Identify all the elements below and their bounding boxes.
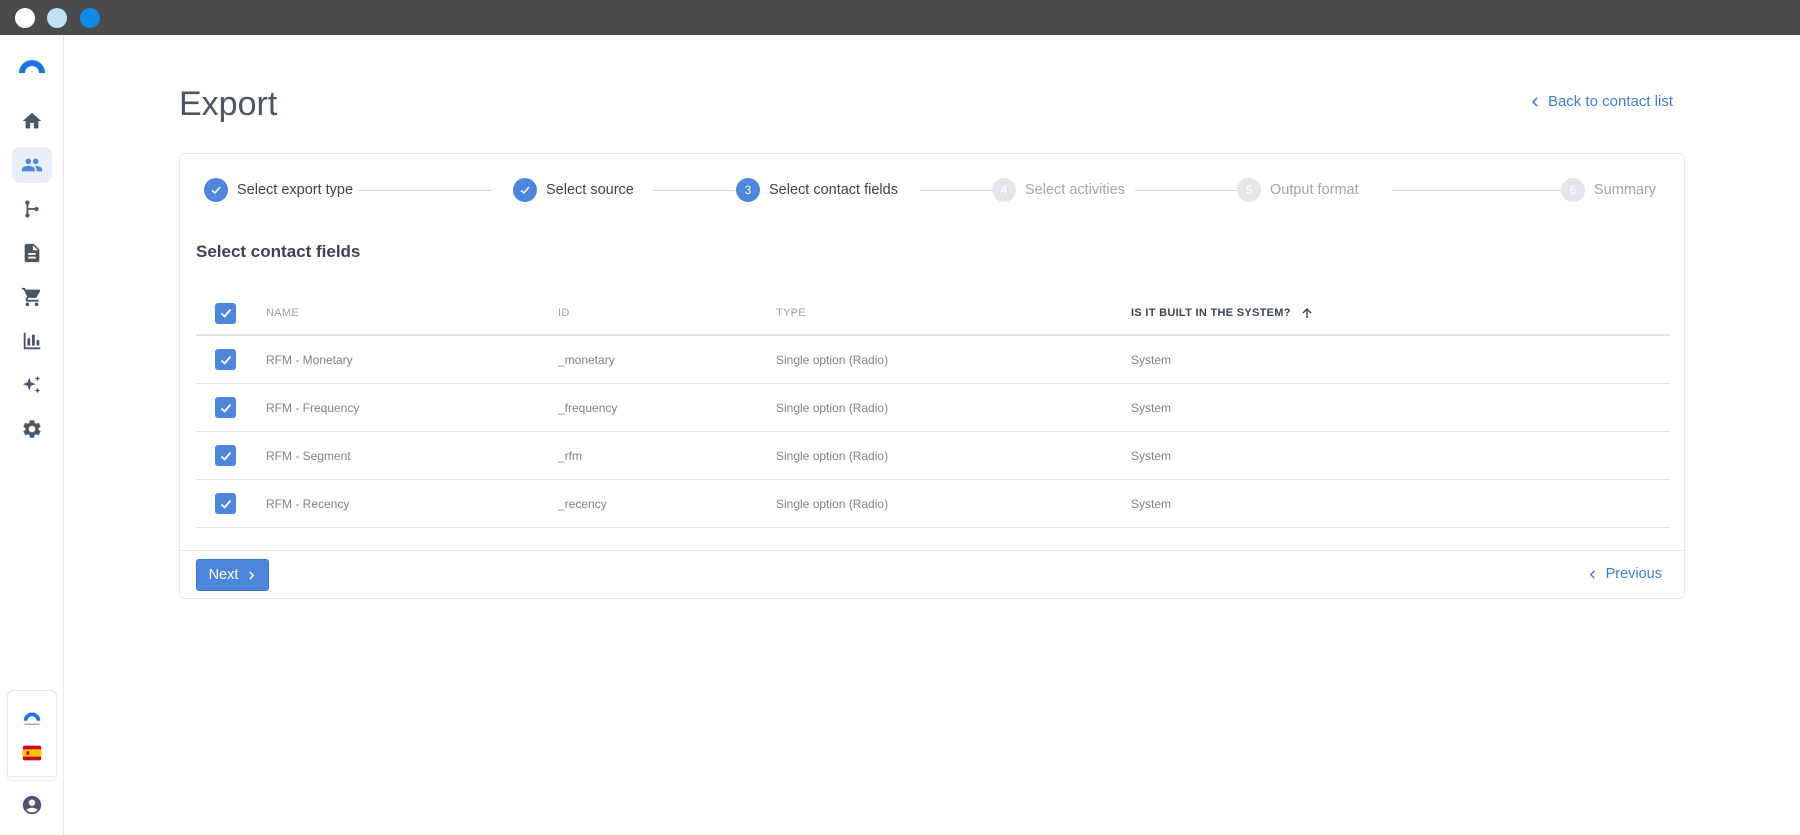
step-number: 5 [1237, 178, 1261, 202]
row-checkbox[interactable] [215, 493, 236, 514]
sidebar-item-account[interactable] [12, 787, 52, 823]
card-footer-divider [180, 550, 1684, 551]
spain-flag-icon [22, 745, 42, 761]
step-label: Select export type [237, 182, 354, 198]
step-label: Select source [546, 182, 634, 198]
cell-name: RFM - Segment [266, 448, 351, 463]
step-connector [653, 190, 744, 191]
table-row[interactable]: RFM - Monetary _monetary Single option (… [196, 336, 1670, 384]
previous-button-label: Previous [1605, 566, 1662, 582]
window-minimize-button[interactable] [47, 8, 67, 28]
cell-name: RFM - Frequency [266, 400, 360, 415]
sidebar-item-contacts[interactable] [12, 147, 52, 183]
table-row[interactable]: RFM - Frequency _frequency Single option… [196, 384, 1670, 432]
sidebar-item-analytics[interactable] [12, 323, 52, 359]
home-icon [22, 112, 42, 129]
back-to-contact-list-link[interactable]: Back to contact list [1530, 93, 1673, 110]
step-connector [1392, 190, 1566, 191]
next-button[interactable]: Next [196, 559, 269, 591]
cell-type: Single option (Radio) [776, 400, 889, 415]
table-row[interactable]: RFM - Segment _rfm Single option (Radio)… [196, 432, 1670, 480]
cell-builtin: System [1131, 496, 1172, 511]
sparkle-icon [22, 375, 41, 394]
chevron-left-icon [1589, 569, 1595, 579]
cell-id: _recency [558, 496, 607, 511]
cell-name: RFM - Monetary [266, 352, 353, 367]
step-select-activities[interactable]: 4 Select activities [992, 178, 1125, 202]
sidebar-item-flows[interactable] [12, 191, 52, 227]
cell-id: _frequency [558, 400, 618, 415]
cell-name: RFM - Recency [266, 496, 350, 511]
row-checkbox[interactable] [215, 445, 236, 466]
cell-type: Single option (Radio) [776, 448, 889, 463]
column-header-id[interactable]: ID [558, 292, 570, 334]
previous-button[interactable]: Previous [1588, 566, 1662, 582]
chart-icon [23, 332, 41, 350]
user-account-icon [22, 795, 42, 815]
brand-mini-icon [23, 712, 41, 725]
stepper: Select export type Select source 3 Selec… [204, 178, 1656, 202]
cell-type: Single option (Radio) [776, 496, 889, 511]
cell-builtin: System [1131, 352, 1172, 367]
window-maximize-button[interactable] [80, 8, 100, 28]
row-checkbox[interactable] [215, 349, 236, 370]
sidebar-item-brand[interactable] [12, 700, 52, 736]
check-icon [513, 178, 537, 202]
sidebar-item-settings[interactable] [12, 411, 52, 447]
contacts-icon [21, 158, 43, 172]
sidebar-item-documents[interactable] [12, 235, 52, 271]
step-select-contact-fields[interactable]: 3 Select contact fields [736, 178, 898, 202]
contact-fields-table: NAME ID TYPE IS IT BUILT IN THE SYSTEM? … [196, 292, 1670, 528]
sidebar-item-shop[interactable] [12, 279, 52, 315]
step-connector [1135, 190, 1244, 191]
chevron-left-icon [1531, 96, 1538, 107]
cell-builtin: System [1131, 448, 1172, 463]
brand-logo[interactable] [17, 55, 47, 75]
step-label: Select contact fields [769, 182, 898, 198]
cell-id: _monetary [558, 352, 615, 367]
sidebar-item-language[interactable] [12, 735, 52, 771]
step-label: Summary [1594, 182, 1657, 198]
check-icon [204, 178, 228, 202]
row-checkbox[interactable] [215, 397, 236, 418]
step-label: Select activities [1025, 182, 1125, 198]
step-select-source[interactable]: Select source [513, 178, 634, 202]
step-number: 6 [1561, 178, 1585, 202]
step-output-format[interactable]: 5 Output format [1237, 178, 1359, 202]
column-header-builtin[interactable]: IS IT BUILT IN THE SYSTEM? [1131, 292, 1313, 334]
document-icon [24, 243, 40, 263]
table-row[interactable]: RFM - Recency _recency Single option (Ra… [196, 480, 1670, 528]
arrow-up-icon [1302, 308, 1312, 318]
sidebar-divider [7, 776, 57, 777]
window-titlebar [0, 0, 1800, 35]
next-button-label: Next [208, 567, 239, 583]
sidebar [0, 35, 64, 835]
gear-icon [23, 420, 41, 438]
column-header-name[interactable]: NAME [266, 292, 299, 334]
flow-icon [25, 200, 39, 218]
step-connector [358, 190, 492, 191]
step-summary[interactable]: 6 Summary [1561, 178, 1656, 202]
cart-icon [21, 287, 41, 307]
cell-builtin: System [1131, 400, 1172, 415]
select-all-checkbox[interactable] [215, 302, 236, 324]
export-wizard-card: Select export type Select source 3 Selec… [179, 153, 1685, 599]
column-header-builtin-label: IS IT BUILT IN THE SYSTEM? [1131, 307, 1291, 319]
step-number: 4 [992, 178, 1016, 202]
sidebar-item-home[interactable] [12, 103, 52, 139]
chevron-right-icon [249, 570, 255, 580]
column-header-type[interactable]: TYPE [776, 292, 806, 334]
sidebar-item-ai[interactable] [12, 367, 52, 403]
window-close-button[interactable] [15, 8, 35, 28]
cell-type: Single option (Radio) [776, 352, 889, 367]
step-select-export-type[interactable]: Select export type [204, 178, 353, 202]
step-number: 3 [736, 178, 760, 202]
cell-id: _rfm [558, 448, 582, 463]
back-link-label: Back to contact list [1547, 93, 1673, 110]
section-title: Select contact fields [196, 242, 361, 261]
page-title: Export [179, 85, 278, 123]
table-header: NAME ID TYPE IS IT BUILT IN THE SYSTEM? [196, 292, 1670, 336]
step-label: Output format [1270, 182, 1359, 198]
